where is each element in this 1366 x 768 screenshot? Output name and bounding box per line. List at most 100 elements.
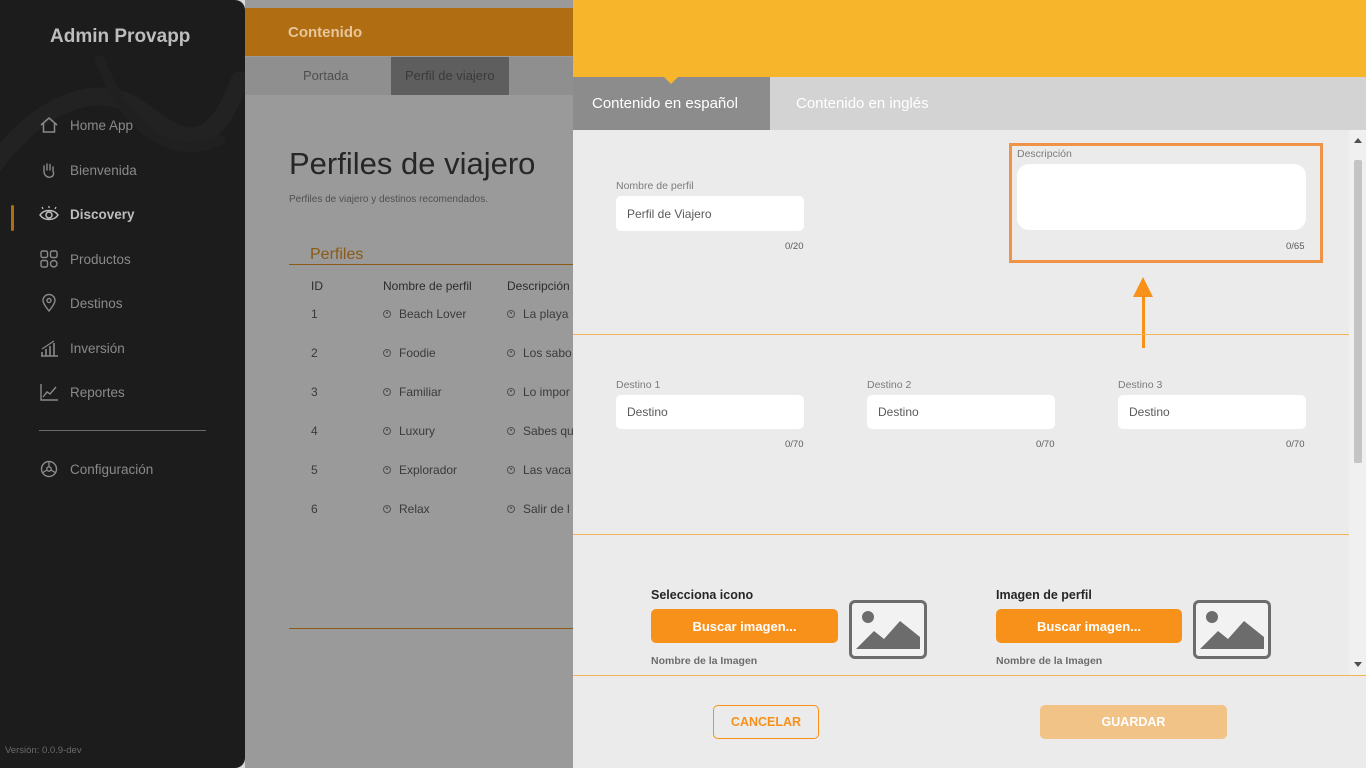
destination-3-counter: 0/70 — [1286, 439, 1305, 450]
radio-icon — [507, 309, 515, 318]
icon-image-name: Nombre de la Imagen — [651, 655, 758, 667]
table-title: Perfiles — [310, 246, 364, 263]
sidebar-item-label: Configuración — [70, 461, 154, 477]
sidebar-item-label: Bienvenida — [70, 162, 137, 178]
radio-icon — [383, 387, 391, 396]
bar-chart-icon — [38, 337, 60, 359]
location-pin-icon — [38, 292, 60, 314]
sidebar-item-destinos[interactable]: Destinos — [38, 288, 123, 318]
destination-3-input[interactable]: Destino — [1118, 395, 1306, 429]
radio-icon — [383, 465, 391, 474]
profile-name-label: Nombre de perfil — [616, 180, 694, 192]
destination-3-label: Destino 3 — [1118, 379, 1163, 391]
profile-name-counter: 0/20 — [785, 241, 804, 252]
sidebar-item-reportes[interactable]: Reportes — [38, 377, 125, 407]
sidebar-item-productos[interactable]: Productos — [38, 244, 131, 274]
sidebar-item-label: Destinos — [70, 295, 123, 311]
eye-icon — [38, 203, 60, 225]
destination-2-label: Destino 2 — [867, 379, 912, 391]
row-id: 6 — [311, 502, 318, 516]
radio-icon — [507, 426, 515, 435]
image-placeholder-icon — [849, 600, 927, 659]
row-description: Los sabo — [507, 346, 572, 360]
line-chart-icon — [38, 381, 60, 403]
cancel-button[interactable]: CANCELAR — [713, 705, 819, 739]
profile-search-image-button[interactable]: Buscar imagen... — [996, 609, 1182, 643]
sidebar-item-discovery[interactable]: Discovery — [38, 199, 135, 229]
radio-icon — [383, 504, 391, 513]
row-name: Beach Lover — [383, 307, 466, 321]
row-name: Foodie — [383, 346, 436, 360]
select-icon-title: Selecciona icono — [651, 588, 754, 602]
tab-contenido-espanol[interactable]: Contenido en español — [573, 76, 770, 130]
section-divider — [573, 534, 1349, 535]
table-bottom-line — [289, 628, 573, 629]
row-name: Explorador — [383, 463, 457, 477]
radio-icon — [507, 387, 515, 396]
row-id: 4 — [311, 424, 318, 438]
sidebar: Admin Provapp Home App Bienvenida Discov… — [0, 0, 245, 768]
radio-icon — [383, 309, 391, 318]
table-title-underline — [289, 264, 573, 265]
sidebar-divider — [39, 430, 206, 431]
profile-name-input[interactable]: Perfil de Viajero — [616, 196, 804, 231]
sidebar-item-label: Productos — [70, 251, 131, 267]
row-id: 1 — [311, 307, 318, 321]
section-divider — [573, 334, 1349, 335]
edit-profile-panel: Contenido en español Contenido en inglés… — [573, 0, 1366, 768]
row-name: Familiar — [383, 385, 442, 399]
row-description: Salir de l — [507, 502, 570, 516]
destination-2-input[interactable]: Destino — [867, 395, 1055, 429]
profile-image-name: Nombre de la Imagen — [996, 655, 1103, 667]
row-id: 5 — [311, 463, 318, 477]
gear-icon — [38, 458, 60, 480]
radio-icon — [383, 348, 391, 357]
save-button[interactable]: GUARDAR — [1040, 705, 1227, 739]
sidebar-item-configuracion[interactable]: Configuración — [38, 454, 153, 484]
row-id: 3 — [311, 385, 318, 399]
column-header-id: ID — [311, 279, 323, 293]
app-brand: Admin Provapp — [50, 26, 191, 47]
tab-perfil-de-viajero[interactable]: Perfil de viajero — [391, 57, 509, 95]
content-tabs: Portada Perfil de viajero — [245, 57, 573, 95]
row-description: Lo impor — [507, 385, 570, 399]
tab-portada[interactable]: Portada — [289, 57, 363, 95]
tab-contenido-ingles[interactable]: Contenido en inglés — [777, 77, 948, 130]
section-header: Contenido — [245, 8, 573, 56]
language-tabs: Contenido en español Contenido en inglés — [573, 76, 1366, 130]
sidebar-item-bienvenida[interactable]: Bienvenida — [38, 155, 137, 185]
row-description: La playa — [507, 307, 568, 321]
row-description: Sabes qu — [507, 424, 573, 438]
hand-wave-icon — [38, 159, 60, 181]
icon-search-image-button[interactable]: Buscar imagen... — [651, 609, 838, 643]
row-id: 2 — [311, 346, 318, 360]
row-name: Luxury — [383, 424, 435, 438]
radio-icon — [383, 426, 391, 435]
page-title: Perfiles de viajero — [289, 146, 536, 181]
sidebar-item-inversion[interactable]: Inversión — [38, 333, 125, 363]
section-title: Contenido — [288, 24, 363, 41]
main-content: Contenido Portada Perfil de viajero Perf… — [245, 0, 573, 768]
column-header-name: Nombre de perfil — [383, 279, 472, 293]
panel-header — [573, 0, 1366, 77]
sidebar-item-home-app[interactable]: Home App — [38, 110, 133, 140]
grid-icon — [38, 248, 60, 270]
radio-icon — [507, 465, 515, 474]
panel-footer: CANCELAR GUARDAR — [573, 675, 1366, 768]
row-name: Relax — [383, 502, 430, 516]
scrollbar-thumb[interactable] — [1354, 160, 1362, 463]
column-header-description: Descripción — [507, 279, 570, 293]
profile-image-title: Imagen de perfil — [996, 588, 1092, 602]
page-subtitle: Perfiles de viajero y destinos recomenda… — [289, 194, 488, 205]
row-description: Las vaca — [507, 463, 571, 477]
radio-icon — [507, 348, 515, 357]
pointer-arrow-shaft — [1142, 292, 1145, 348]
sidebar-item-label: Reportes — [70, 384, 125, 400]
active-indicator — [11, 205, 14, 231]
scroll-up-arrow-icon[interactable] — [1354, 138, 1362, 143]
sidebar-item-label: Inversión — [70, 340, 125, 356]
scrollbar[interactable] — [1349, 130, 1366, 675]
scroll-down-arrow-icon[interactable] — [1354, 662, 1362, 667]
destination-1-input[interactable]: Destino — [616, 395, 804, 429]
destination-2-counter: 0/70 — [1036, 439, 1055, 450]
